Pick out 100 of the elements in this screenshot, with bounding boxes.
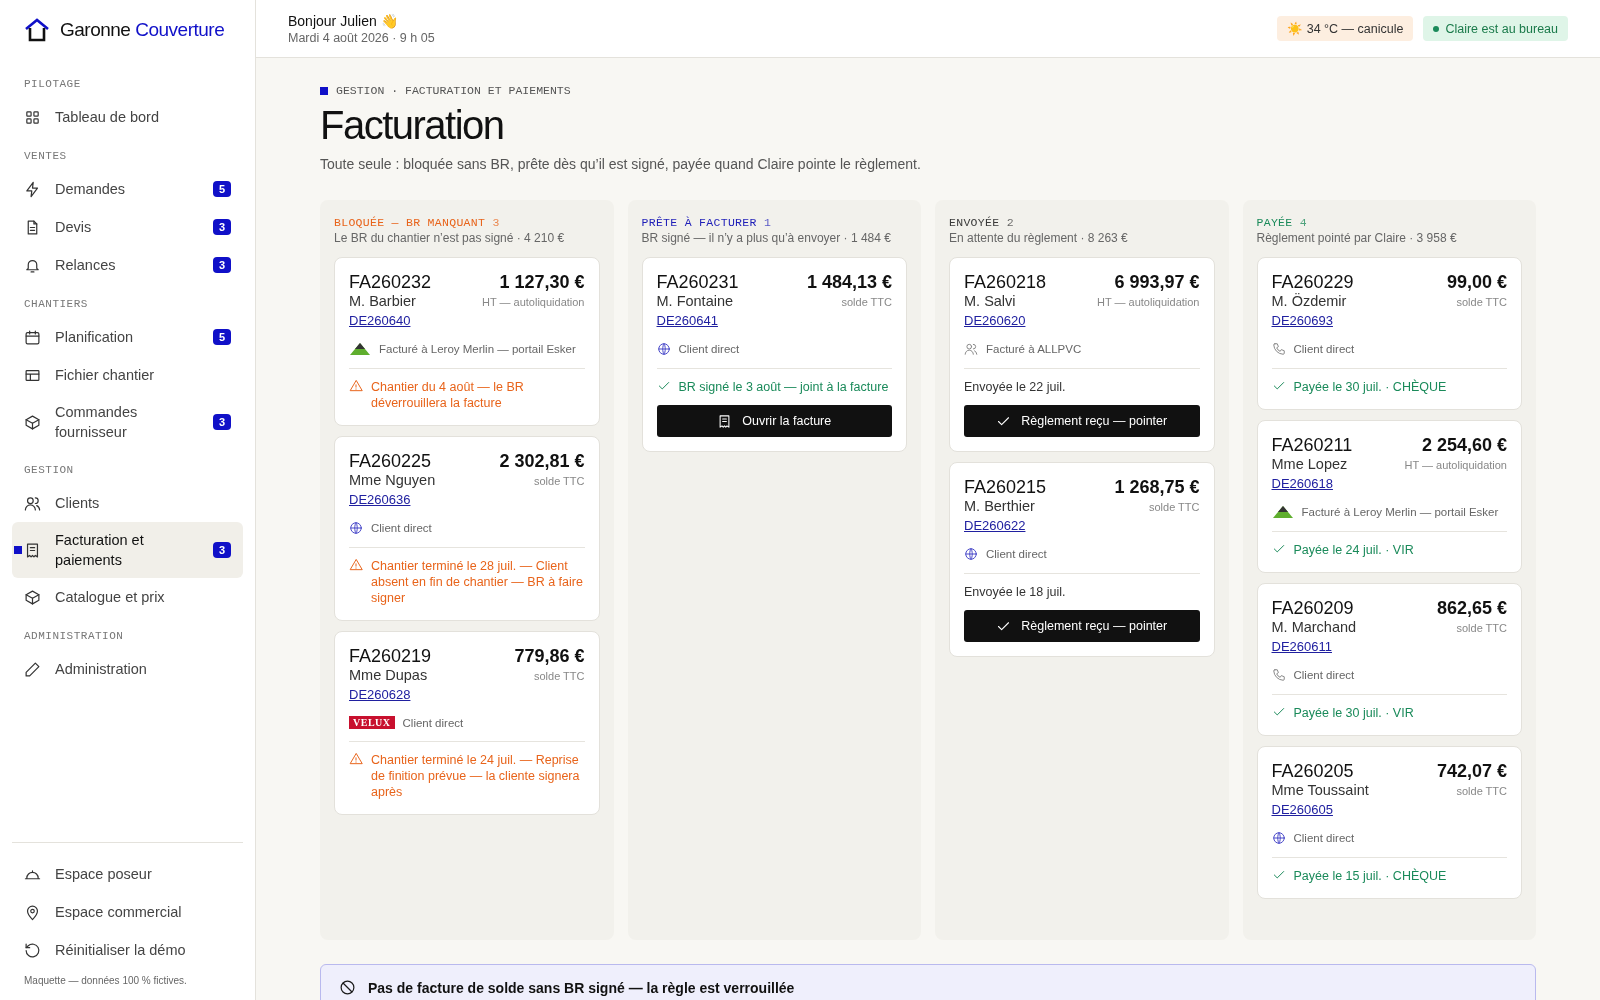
column-summary: Règlement pointé par Claire · 3 958 € (1256, 231, 1458, 245)
receipt-icon (24, 541, 41, 559)
invoice-number: FA260225 (349, 451, 432, 472)
billing-channel: Client direct (1293, 669, 1355, 681)
check-icon (1271, 542, 1286, 556)
client-name: Mme Toussaint (1271, 782, 1369, 798)
nav-item[interactable]: Catalogue et prix (12, 578, 243, 616)
check-icon (1271, 379, 1286, 393)
nav-item[interactable]: Administration (12, 650, 243, 688)
invoice-amount: 99,00 € (1446, 272, 1507, 293)
client-name: Mme Nguyen (349, 472, 436, 488)
invoice-amount: 1 484,13 € (806, 272, 892, 293)
location-pin-icon (24, 903, 41, 921)
client-name: M. Marchand (1271, 619, 1357, 635)
nav-item[interactable]: Fichier chantier (12, 356, 243, 394)
nav-item[interactable]: Demandes 5 (12, 170, 243, 208)
invoice-amount: 779,86 € (514, 646, 585, 667)
nav-item[interactable]: Relances 3 (12, 246, 243, 284)
nav-item[interactable]: Clients (12, 484, 243, 522)
count-badge: 3 (212, 257, 231, 273)
column-summary: Le BR du chantier n’est pas signé · 4 210 € (334, 231, 566, 245)
globe-icon (656, 342, 671, 356)
section-title: CHANTIERS (23, 298, 89, 310)
nav-item[interactable]: Facturation et paiements 3 (12, 522, 243, 578)
client-name: M. Barbier (349, 293, 416, 309)
column-title: ENVOYÉE 2 (949, 216, 1015, 229)
status-text: Payée le 30 juil. · VIR (1293, 705, 1414, 721)
quote-link[interactable]: DE260641 (656, 313, 718, 328)
nav-item[interactable]: Espace poseur (12, 855, 243, 893)
quote-link[interactable]: DE260611 (1271, 639, 1332, 654)
quote-link[interactable]: DE260618 (1271, 476, 1333, 491)
receipt-icon (717, 413, 733, 429)
invoice-amount: 6 993,97 € (1114, 272, 1200, 293)
invoice-number: FA260209 (1271, 598, 1354, 619)
amount-note: solde TTC (1456, 622, 1507, 634)
triangle-logo-icon (349, 342, 371, 356)
quote-link[interactable]: DE260620 (964, 313, 1026, 328)
count-badge: 3 (212, 219, 231, 235)
invoice-amount: 862,65 € (1436, 598, 1507, 619)
prohibited-icon (339, 979, 356, 996)
billing-channel: Facturé à Leroy Merlin — portail Esker (1301, 506, 1499, 518)
invoice-amount: 742,07 € (1436, 761, 1507, 782)
quote-link[interactable]: DE260636 (349, 492, 411, 507)
nav-item[interactable]: Planification 5 (12, 318, 243, 356)
box-icon (24, 413, 41, 431)
client-name: M. Özdemir (1271, 293, 1347, 309)
people-icon (24, 494, 41, 512)
brand-name: Garonne Couverture (60, 19, 225, 41)
client-name: M. Salvi (964, 293, 1016, 309)
check-icon (656, 379, 671, 393)
status-text: Chantier du 4 août — le BR déverrouillera la facture (371, 379, 525, 411)
nav-item[interactable]: Espace commercial (12, 893, 243, 931)
status-text: BR signé le 3 août — joint à la facture (678, 379, 889, 395)
brand-logo: VELUX (349, 716, 395, 729)
date-time: Mardi 4 août 2026 · 9 h 05 (288, 30, 435, 45)
grid-icon (24, 108, 41, 126)
nav-item[interactable]: Devis 3 (12, 208, 243, 246)
globe-icon (964, 547, 978, 561)
quote-link[interactable]: DE260693 (1271, 313, 1333, 328)
quote-link[interactable]: DE260605 (1271, 802, 1333, 817)
invoice-number: FA260219 (349, 646, 432, 667)
column-summary: BR signé — il n’y a plus qu’à envoyer · 1 484 € (641, 231, 892, 245)
lightning-icon (24, 180, 41, 198)
count-badge: 5 (212, 181, 231, 197)
quote-link[interactable]: DE260622 (964, 518, 1026, 533)
billing-channel: Client direct (678, 343, 740, 355)
square-marker (320, 86, 328, 95)
billing-channel: Client direct (1293, 343, 1355, 355)
breadcrumb: GESTION · FACTURATION ET PAIEMENTS (336, 84, 571, 97)
nav-item[interactable]: Tableau de bord (12, 98, 243, 136)
action-button[interactable]: Règlement reçu — pointer (964, 610, 1200, 642)
action-button[interactable]: Ouvrir la facture (656, 405, 892, 437)
globe-icon (349, 521, 363, 535)
billing-channel: Client direct (371, 522, 432, 534)
phone-icon (1271, 668, 1286, 682)
check-icon (1271, 705, 1286, 719)
amount-note: solde TTC (841, 296, 892, 308)
warning-icon (349, 379, 363, 393)
nav-item[interactable]: Commandes fournisseur 3 (12, 394, 243, 450)
nav-item[interactable]: Réinitialiser la démo (12, 931, 243, 969)
invoice-number: FA260215 (964, 477, 1047, 498)
reset-icon (24, 941, 41, 959)
billing-channel: Facturé à Leroy Merlin — portail Esker (379, 343, 576, 355)
action-button[interactable]: Règlement reçu — pointer (964, 405, 1200, 437)
count-badge: 3 (212, 542, 231, 558)
column-title: BLOQUÉE — BR MANQUANT 3 (334, 216, 501, 229)
calendar-icon (24, 328, 41, 346)
quote-link[interactable]: DE260640 (349, 313, 411, 328)
quote-link[interactable]: DE260628 (349, 687, 411, 702)
invoice-number: FA260211 (1271, 435, 1353, 456)
weather-chip: ☀ 34 °C — canicule (1277, 16, 1414, 41)
count-badge: 5 (212, 329, 231, 345)
box-icon (24, 588, 41, 606)
footer-note: Maquette — données 100 % fictives. (23, 974, 188, 986)
billing-channel: Client direct (1293, 832, 1355, 844)
selection-marker (14, 546, 22, 554)
warning-icon (349, 752, 363, 766)
invoice-number: FA260232 (349, 272, 432, 293)
status-text: Chantier terminé le 24 juil. — Reprise de finition prévue — la cliente signera après (371, 752, 581, 800)
billing-channel: Facturé à ALLPVC (986, 343, 1082, 355)
